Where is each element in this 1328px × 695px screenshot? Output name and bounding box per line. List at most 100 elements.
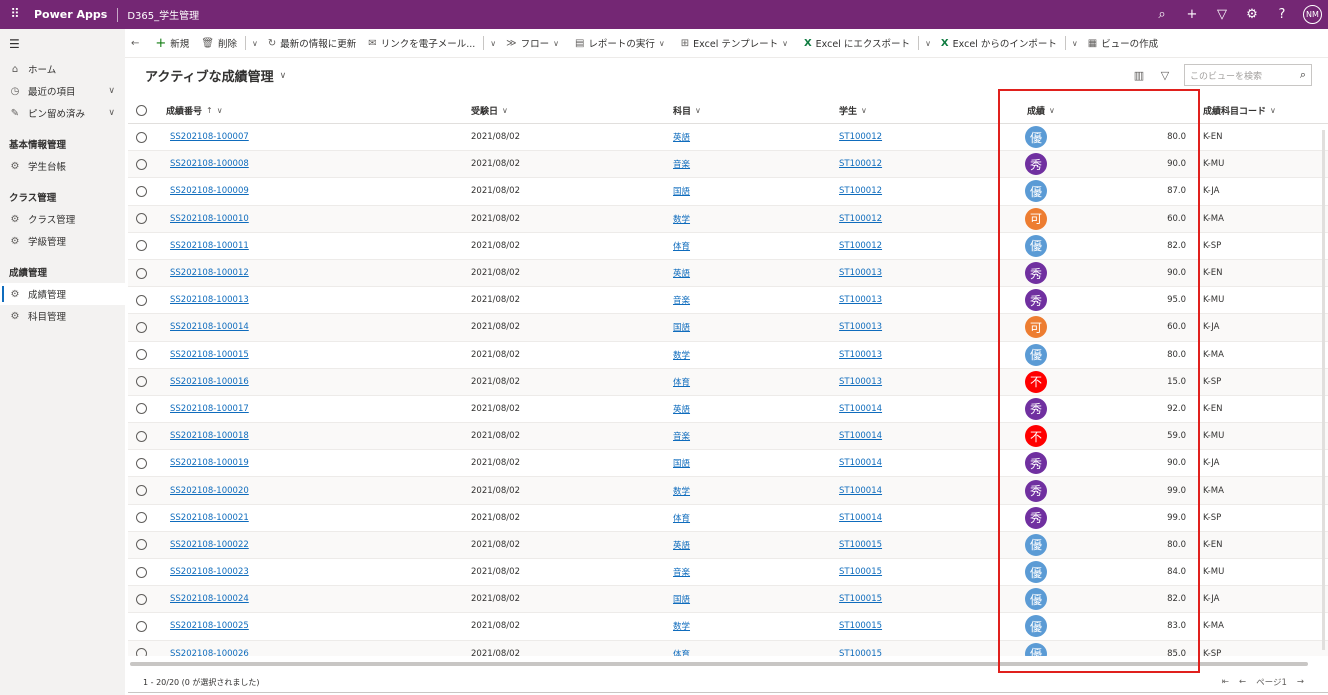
chevron-down-icon[interactable]: ∨ bbox=[1068, 39, 1082, 48]
student-link[interactable]: ST100013 bbox=[839, 260, 882, 286]
first-page-icon[interactable]: ⇤ bbox=[1222, 677, 1229, 687]
table-row[interactable]: SS202108-100009 2021/08/02 国語 ST100012 優 87.0… bbox=[128, 178, 1328, 206]
grade-number-link[interactable]: SS202108-100013 bbox=[170, 287, 249, 313]
subject-link[interactable]: 音楽 bbox=[673, 151, 690, 177]
subject-link[interactable]: 英語 bbox=[673, 260, 690, 286]
row-select-radio[interactable] bbox=[136, 613, 147, 639]
student-link[interactable]: ST100013 bbox=[839, 369, 882, 395]
chevron-down-icon[interactable]: ∨ bbox=[248, 39, 262, 48]
row-select-radio[interactable] bbox=[136, 586, 147, 612]
column-header-student[interactable]: 学生 ∨ bbox=[839, 97, 867, 123]
column-header-code[interactable]: 成績科目コード ∨ bbox=[1203, 97, 1276, 123]
row-select-radio[interactable] bbox=[136, 151, 147, 177]
grade-number-link[interactable]: SS202108-100009 bbox=[170, 178, 249, 204]
edit-columns-icon[interactable]: ▥ bbox=[1126, 69, 1152, 82]
excel-template-button[interactable]: ⊞ Excel テンプレート ∨ bbox=[675, 29, 798, 58]
student-link[interactable]: ST100012 bbox=[839, 233, 882, 259]
grade-number-link[interactable]: SS202108-100024 bbox=[170, 586, 249, 612]
row-select-radio[interactable] bbox=[136, 342, 147, 368]
search-icon[interactable]: ⌕ bbox=[1300, 68, 1306, 82]
table-row[interactable]: SS202108-100020 2021/08/02 数学 ST100014 秀 99.0… bbox=[128, 477, 1328, 505]
row-select-radio[interactable] bbox=[136, 314, 147, 340]
student-link[interactable]: ST100015 bbox=[839, 613, 882, 639]
row-select-radio[interactable] bbox=[136, 206, 147, 232]
app-launcher-icon[interactable]: ⠿ bbox=[0, 0, 30, 29]
create-view-button[interactable]: ▦ ビューの作成 bbox=[1082, 29, 1164, 58]
table-row[interactable]: SS202108-100018 2021/08/02 音楽 ST100014 不 59.0… bbox=[128, 423, 1328, 451]
table-row[interactable]: SS202108-100015 2021/08/02 数学 ST100013 優 80.0… bbox=[128, 342, 1328, 369]
sidebar-item-homeroom[interactable]: ⚙ 学級管理 bbox=[0, 230, 125, 252]
back-button[interactable]: ← bbox=[125, 29, 149, 58]
grade-number-link[interactable]: SS202108-100026 bbox=[170, 641, 249, 656]
sidebar-item-student-register[interactable]: ⚙ 学生台帳 bbox=[0, 155, 125, 177]
search-icon[interactable]: ⌕ bbox=[1147, 7, 1177, 22]
grade-number-link[interactable]: SS202108-100018 bbox=[170, 423, 249, 449]
table-row[interactable]: SS202108-100014 2021/08/02 国語 ST100013 可 60.0… bbox=[128, 314, 1328, 342]
row-select-radio[interactable] bbox=[136, 505, 147, 531]
sidebar-item-class[interactable]: ⚙ クラス管理 bbox=[0, 208, 125, 230]
select-all-checkbox[interactable] bbox=[136, 97, 147, 123]
table-row[interactable]: SS202108-100007 2021/08/02 英語 ST100012 優 80.0… bbox=[128, 124, 1328, 152]
grade-number-link[interactable]: SS202108-100014 bbox=[170, 314, 249, 340]
table-row[interactable]: SS202108-100017 2021/08/02 英語 ST100014 秀 92.0… bbox=[128, 396, 1328, 424]
subject-link[interactable]: 体育 bbox=[673, 641, 690, 656]
grade-number-link[interactable]: SS202108-100016 bbox=[170, 369, 249, 395]
student-link[interactable]: ST100013 bbox=[839, 314, 882, 340]
student-link[interactable]: ST100012 bbox=[839, 206, 882, 232]
nav-home[interactable]: ⌂ ホーム bbox=[0, 58, 125, 80]
email-link-button[interactable]: ✉ リンクを電子メール... bbox=[362, 29, 481, 58]
new-button[interactable]: + 新規 bbox=[149, 29, 195, 58]
sidebar-item-grades[interactable]: ⚙ 成績管理 bbox=[0, 283, 125, 305]
plus-icon[interactable]: + bbox=[1177, 7, 1207, 22]
refresh-button[interactable]: ↻ 最新の情報に更新 bbox=[262, 29, 362, 58]
chevron-down-icon[interactable]: ∨ bbox=[108, 86, 115, 96]
subject-link[interactable]: 体育 bbox=[673, 505, 690, 531]
row-select-radio[interactable] bbox=[136, 260, 147, 286]
student-link[interactable]: ST100015 bbox=[839, 641, 882, 656]
horizontal-scrollbar[interactable] bbox=[130, 662, 1308, 666]
table-row[interactable]: SS202108-100010 2021/08/02 数学 ST100012 可 60.0… bbox=[128, 205, 1328, 233]
table-row[interactable]: SS202108-100011 2021/08/02 体育 ST100012 優 82.0… bbox=[128, 233, 1328, 260]
subject-link[interactable]: 音楽 bbox=[673, 287, 690, 313]
view-selector[interactable]: アクティブな成績管理 ∨ bbox=[145, 66, 286, 85]
grade-number-link[interactable]: SS202108-100017 bbox=[170, 396, 249, 422]
search-input[interactable]: このビューを検索 ⌕ bbox=[1184, 64, 1312, 86]
table-row[interactable]: SS202108-100023 2021/08/02 音楽 ST100015 優 84.0… bbox=[128, 559, 1328, 587]
student-link[interactable]: ST100013 bbox=[839, 287, 882, 313]
student-link[interactable]: ST100014 bbox=[839, 505, 882, 531]
subject-link[interactable]: 国語 bbox=[673, 314, 690, 340]
student-link[interactable]: ST100015 bbox=[839, 586, 882, 612]
grade-number-link[interactable]: SS202108-100011 bbox=[170, 233, 249, 259]
table-row[interactable]: SS202108-100025 2021/08/02 数学 ST100015 優 83.0… bbox=[128, 613, 1328, 641]
gear-icon[interactable]: ⚙ bbox=[1237, 7, 1267, 22]
nav-recent[interactable]: ◷ 最近の項目 ∨ bbox=[0, 80, 125, 102]
chevron-down-icon[interactable]: ∨ bbox=[108, 108, 115, 118]
subject-link[interactable]: 体育 bbox=[673, 233, 690, 259]
table-row[interactable]: SS202108-100013 2021/08/02 音楽 ST100013 秀 95.0… bbox=[128, 287, 1328, 315]
subject-link[interactable]: 数学 bbox=[673, 206, 690, 232]
grade-number-link[interactable]: SS202108-100023 bbox=[170, 559, 249, 585]
subject-link[interactable]: 音楽 bbox=[673, 559, 690, 585]
table-row[interactable]: SS202108-100024 2021/08/02 国語 ST100015 優 82.0… bbox=[128, 586, 1328, 614]
subject-link[interactable]: 数学 bbox=[673, 342, 690, 368]
grade-number-link[interactable]: SS202108-100020 bbox=[170, 477, 249, 503]
column-header-number[interactable]: 成績番号 ↑ ∨ bbox=[166, 97, 223, 123]
subject-link[interactable]: 国語 bbox=[673, 450, 690, 476]
help-icon[interactable]: ? bbox=[1267, 7, 1297, 22]
nav-pinned[interactable]: ✎ ピン留め済み ∨ bbox=[0, 102, 125, 124]
row-select-radio[interactable] bbox=[136, 477, 147, 503]
next-page-icon[interactable]: → bbox=[1297, 677, 1304, 687]
table-row[interactable]: SS202108-100016 2021/08/02 体育 ST100013 不 15.0… bbox=[128, 368, 1328, 396]
student-link[interactable]: ST100013 bbox=[839, 342, 882, 368]
export-excel-button[interactable]: X Excel にエクスポート bbox=[798, 29, 916, 58]
grade-number-link[interactable]: SS202108-100007 bbox=[170, 124, 249, 150]
chevron-down-icon[interactable]: ∨ bbox=[486, 39, 500, 48]
student-link[interactable]: ST100015 bbox=[839, 559, 882, 585]
run-report-button[interactable]: ▤ レポートの実行 ∨ bbox=[569, 29, 675, 58]
grade-number-link[interactable]: SS202108-100010 bbox=[170, 206, 249, 232]
student-link[interactable]: ST100014 bbox=[839, 396, 882, 422]
grade-number-link[interactable]: SS202108-100008 bbox=[170, 151, 249, 177]
grade-number-link[interactable]: SS202108-100021 bbox=[170, 505, 249, 531]
hamburger-menu-icon[interactable]: ☰ bbox=[0, 29, 125, 58]
table-row[interactable]: SS202108-100019 2021/08/02 国語 ST100014 秀 90.0… bbox=[128, 450, 1328, 478]
